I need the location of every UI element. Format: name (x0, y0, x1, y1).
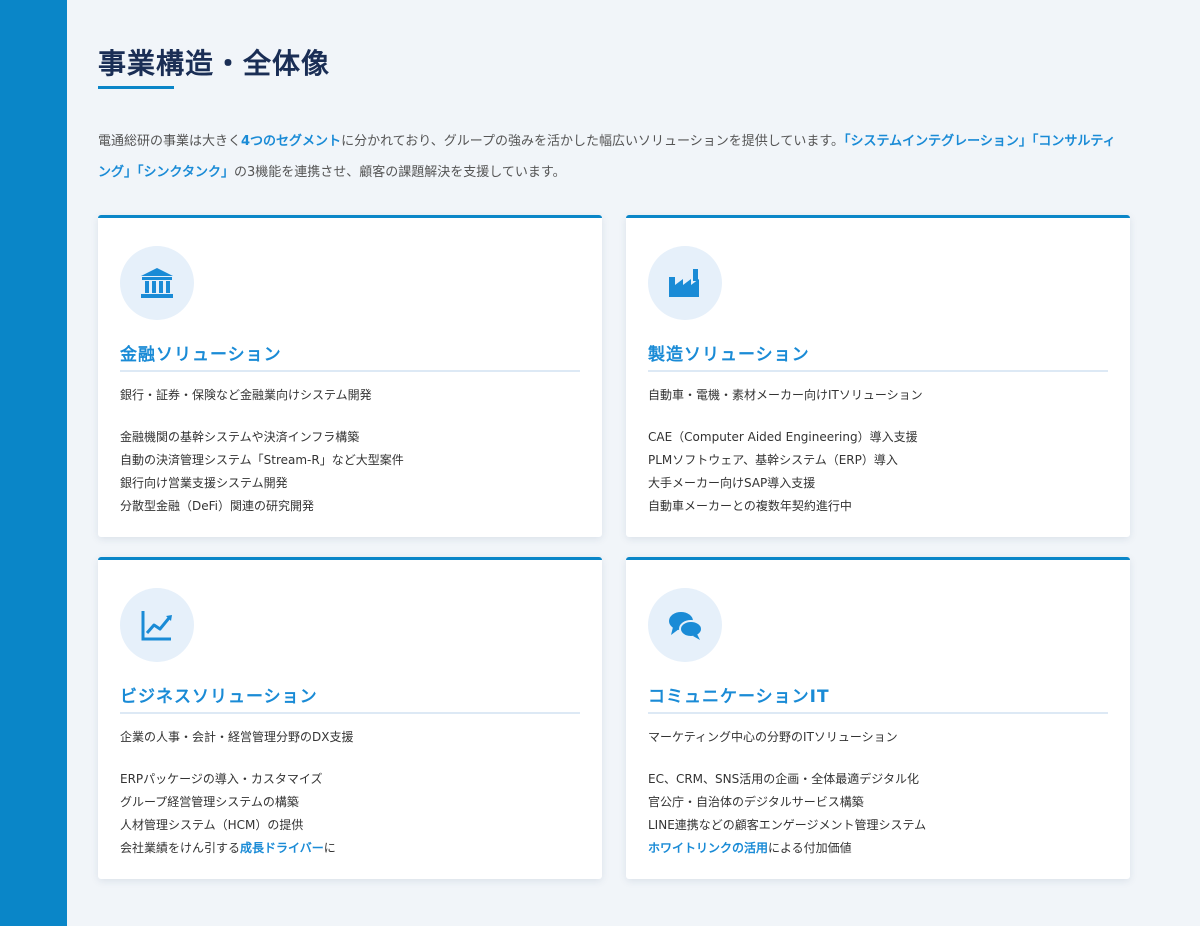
list-item: 大手メーカー向けSAP導入支援 (648, 476, 816, 490)
card-feature-list: 金融機関の基幹システムや決済インフラ構築 自動の決済管理システム「Stream-… (120, 426, 404, 518)
intro-paragraph: 電通総研の事業は大きく4つのセグメントに分かれており、グループの強みを活かした幅… (98, 126, 1128, 188)
list-item-highlight: ホワイトリンクの活用 (648, 841, 769, 855)
list-item-highlight: 成長ドライバー (240, 841, 324, 855)
list-item: LINE連携などの顧客エンゲージメント管理システム (648, 818, 927, 832)
list-item: CAE（Computer Aided Engineering）導入支援 (648, 430, 918, 444)
intro-segments-highlight: 4つのセグメント (241, 134, 342, 149)
card-lead: 銀行・証券・保険など金融業向けシステム開発 (120, 388, 372, 402)
list-item: 自動の決済管理システム「Stream-R」など大型案件 (120, 453, 404, 467)
list-item: 金融機関の基幹システムや決済インフラ構築 (120, 430, 360, 444)
card-feature-list: EC、CRM、SNS活用の企画・全体最適デジタル化 官公庁・自治体のデジタルサー… (648, 768, 926, 860)
side-accent-bar (0, 0, 67, 926)
page-title: 事業構造・全体像 (98, 47, 331, 80)
card-feature-list: CAE（Computer Aided Engineering）導入支援 PLMソ… (648, 426, 918, 518)
bank-icon (120, 246, 194, 320)
list-item-text: による付加価値 (768, 841, 852, 855)
list-item-text: 会社業績をけん引する (120, 841, 241, 855)
list-item: PLMソフトウェア、基幹システム（ERP）導入 (648, 453, 898, 467)
factory-icon (648, 246, 722, 320)
list-item: 分散型金融（DeFi）関連の研究開発 (120, 499, 314, 513)
card-title: 金融ソリューション (120, 345, 282, 365)
card-finance-solution: 金融ソリューション 銀行・証券・保険など金融業向けシステム開発 金融機関の基幹シ… (98, 215, 602, 537)
list-item: 銀行向け営業支援システム開発 (120, 476, 288, 490)
card-divider (120, 712, 580, 714)
list-item: 人材管理システム（HCM）の提供 (120, 818, 304, 832)
card-feature-list: ERPパッケージの導入・カスタマイズ グループ経営管理システムの構築 人材管理シ… (120, 768, 336, 860)
chart-icon (120, 588, 194, 662)
card-business-solution: ビジネスソリューション 企業の人事・会計・経営管理分野のDX支援 ERPパッケー… (98, 557, 602, 879)
card-title: 製造ソリューション (648, 345, 810, 365)
bank-icon-graphic (141, 268, 173, 298)
intro-text-1: 電通総研の事業は大きく (98, 134, 242, 149)
title-underline (98, 86, 174, 89)
list-item: グループ経営管理システムの構築 (120, 795, 299, 809)
factory-icon-graphic (669, 269, 699, 297)
card-lead: 自動車・電機・素材メーカー向けITソリューション (648, 388, 923, 402)
chat-icon (648, 588, 722, 662)
list-item: 会社業績をけん引する成長ドライバーに (120, 837, 336, 860)
intro-text-2: に分かれており、グループの強みを活かした幅広いソリューションを提供しています。 (341, 134, 845, 149)
intro-text-3: の3機能を連携させ、顧客の課題解決を支援しています。 (233, 165, 566, 180)
card-divider (120, 370, 580, 372)
card-title: コミュニケーションIT (648, 687, 830, 707)
list-item: EC、CRM、SNS活用の企画・全体最適デジタル化 (648, 772, 920, 786)
list-item: 自動車メーカーとの複数年契約進行中 (648, 499, 852, 513)
list-item: 官公庁・自治体のデジタルサービス構築 (648, 795, 864, 809)
chart-icon-graphic (141, 611, 172, 641)
list-item-text: に (323, 841, 336, 855)
list-item: ホワイトリンクの活用による付加価値 (648, 837, 926, 860)
card-divider (648, 712, 1108, 714)
card-title: ビジネスソリューション (120, 687, 318, 707)
card-divider (648, 370, 1108, 372)
card-manufacturing-solution: 製造ソリューション 自動車・電機・素材メーカー向けITソリューション CAE（C… (626, 215, 1130, 537)
list-item: ERPパッケージの導入・カスタマイズ (120, 772, 323, 786)
card-lead: マーケティング中心の分野のITソリューション (648, 730, 898, 744)
chat-icon-graphic (669, 612, 703, 640)
card-lead: 企業の人事・会計・経営管理分野のDX支援 (120, 730, 354, 744)
card-communication-it: コミュニケーションIT マーケティング中心の分野のITソリューション EC、CR… (626, 557, 1130, 879)
